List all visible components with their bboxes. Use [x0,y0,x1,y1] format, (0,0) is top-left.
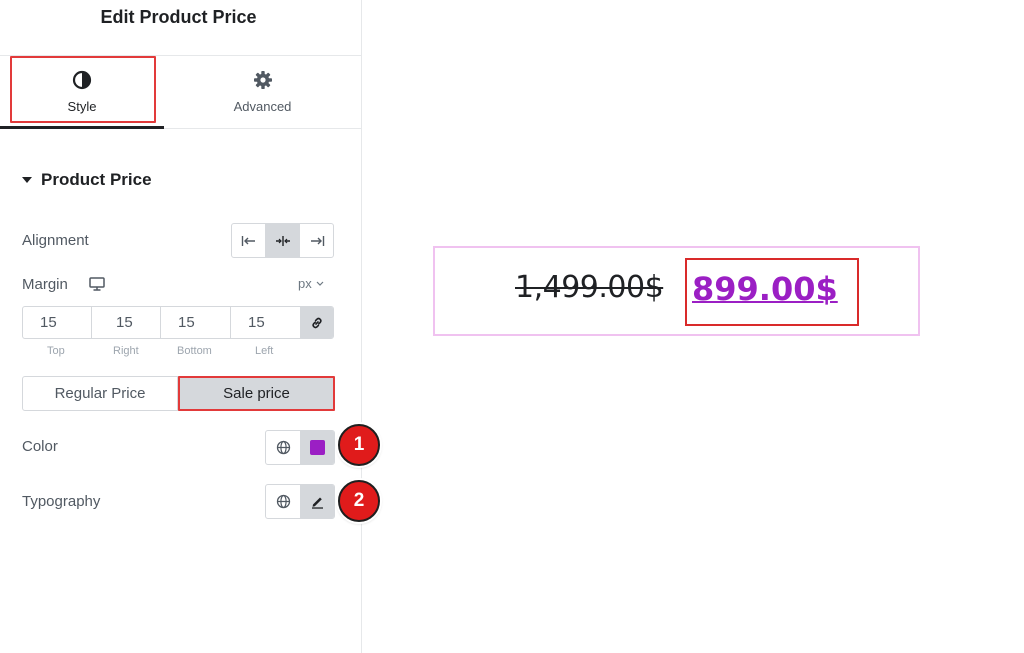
margin-top-input[interactable]: 15 [23,307,92,338]
margin-left-input[interactable]: 15 [231,307,301,338]
tab-advanced[interactable]: Advanced [164,56,361,128]
margin-right-input[interactable]: 15 [92,307,161,338]
tab-advanced-label: Advanced [233,99,292,114]
price-row: 1,499.00$ 899.00$ [515,270,838,308]
unit-select[interactable]: px [298,276,324,291]
align-left-button[interactable] [232,224,266,257]
contrast-icon [72,70,92,90]
globe-icon [276,494,290,509]
caret-down-icon [22,177,32,183]
typography-control [265,484,335,519]
edit-typography-button[interactable] [301,485,334,518]
alignment-label: Alignment [22,232,89,249]
regular-price: 1,499.00$ [515,270,664,305]
section-title: Product Price [41,170,152,189]
global-typography-button[interactable] [266,485,301,518]
typography-label: Typography [22,493,101,510]
tab-style[interactable]: Style [0,56,164,129]
editor-panel: Edit Product Price Style Advanced Produc… [0,0,380,653]
pencil-icon [312,497,323,509]
margin-top-caption: Top [47,345,65,357]
link-icon [312,317,322,328]
align-center-button[interactable] [266,224,300,257]
color-label: Color [22,438,58,455]
globe-icon [276,440,290,455]
color-swatch [310,440,325,455]
margin-bottom-caption: Bottom [177,345,212,357]
sale-price-tab[interactable]: Sale price [178,376,335,411]
margin-bottom-input[interactable]: 15 [161,307,231,338]
color-picker-button[interactable] [301,431,334,464]
margin-right-caption: Right [113,345,139,357]
margin-label: Margin [22,276,68,293]
align-left-icon [241,235,255,246]
global-color-button[interactable] [266,431,301,464]
align-center-icon [275,235,290,246]
color-control [265,430,335,465]
panel-title: Edit Product Price [100,7,257,27]
product-price-widget[interactable] [433,246,920,336]
alignment-control [231,223,334,258]
panel-tabs: Style Advanced [0,56,361,129]
margin-left-caption: Left [255,345,274,357]
sale-price[interactable]: 899.00$ [692,270,838,308]
gear-icon [253,71,272,89]
tab-style-label: Style [67,99,97,114]
step-badge-2: 2 [338,480,380,522]
unit-value: px [298,276,312,291]
section-product-price[interactable]: Product Price [22,170,152,190]
link-values-button[interactable] [301,307,333,338]
align-right-icon [310,235,324,246]
margin-inputs: 15 15 15 15 [22,306,334,339]
align-right-button[interactable] [300,224,333,257]
chevron-down-icon [316,281,324,286]
desktop-icon[interactable] [89,277,105,291]
regular-price-tab[interactable]: Regular Price [23,377,178,410]
panel-header: Edit Product Price [0,0,361,56]
price-type-toggle: Regular Price Sale price [22,376,335,411]
step-badge-1: 1 [338,424,380,466]
